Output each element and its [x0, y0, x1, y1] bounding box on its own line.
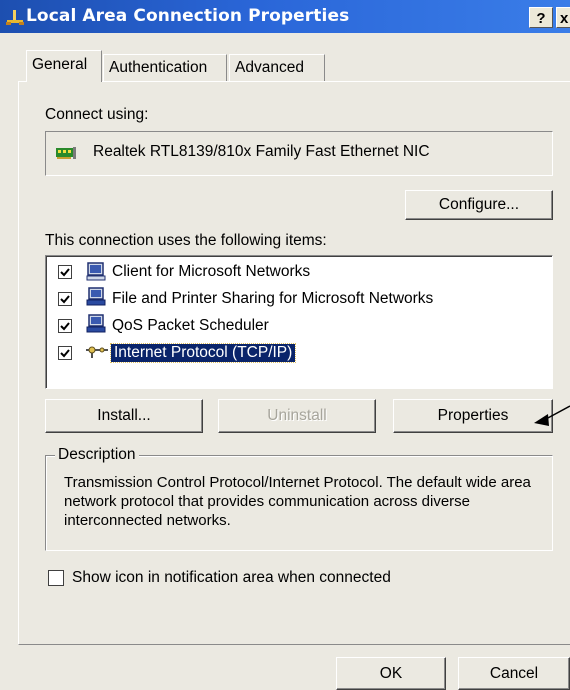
configure-button[interactable]: Configure...: [405, 190, 553, 220]
network-connection-icon: [6, 10, 24, 25]
adapter-name: Realtek RTL8139/810x Family Fast Etherne…: [93, 143, 430, 160]
tab-advanced[interactable]: Advanced: [229, 54, 325, 82]
item-checkbox-sharing[interactable]: [58, 292, 72, 306]
tab-general[interactable]: General: [26, 50, 102, 82]
properties-dialog: Local Area Connection Properties ? x Gen…: [0, 0, 570, 690]
properties-button[interactable]: Properties: [393, 399, 553, 433]
list-item-file-printer-sharing[interactable]: File and Printer Sharing for Microsoft N…: [112, 290, 433, 308]
install-button[interactable]: Install...: [45, 399, 203, 433]
title-bar[interactable]: Local Area Connection Properties ? x: [0, 0, 570, 33]
list-item-qos[interactable]: QoS Packet Scheduler: [112, 317, 269, 335]
network-client-icon: [86, 262, 106, 281]
connect-using-label: Connect using:: [45, 106, 149, 123]
list-item-tcpip[interactable]: Internet Protocol (TCP/IP): [109, 343, 297, 363]
item-checkbox-client[interactable]: [58, 265, 72, 279]
items-label: This connection uses the following items…: [45, 232, 327, 249]
qos-scheduler-icon: [86, 314, 106, 333]
help-button[interactable]: ?: [529, 7, 553, 28]
notify-checkbox[interactable]: [48, 570, 64, 586]
close-button[interactable]: x: [556, 7, 570, 28]
pointer-arrow-icon: [534, 405, 570, 426]
list-item-client[interactable]: Client for Microsoft Networks: [112, 263, 310, 281]
uninstall-button[interactable]: Uninstall: [218, 399, 376, 433]
tab-authentication[interactable]: Authentication: [103, 54, 227, 82]
notify-label[interactable]: Show icon in notification area when conn…: [72, 569, 391, 587]
cancel-button[interactable]: Cancel: [458, 657, 570, 690]
ok-button[interactable]: OK: [336, 657, 446, 690]
network-adapter-icon: [56, 147, 76, 159]
description-text: Transmission Control Protocol/Internet P…: [64, 474, 531, 529]
item-checkbox-tcpip[interactable]: [58, 346, 72, 360]
protocol-icon: [86, 346, 108, 358]
window-title: Local Area Connection Properties: [26, 6, 350, 26]
item-checkbox-qos[interactable]: [58, 319, 72, 333]
description-title: Description: [55, 446, 139, 464]
file-printer-sharing-icon: [86, 287, 106, 306]
